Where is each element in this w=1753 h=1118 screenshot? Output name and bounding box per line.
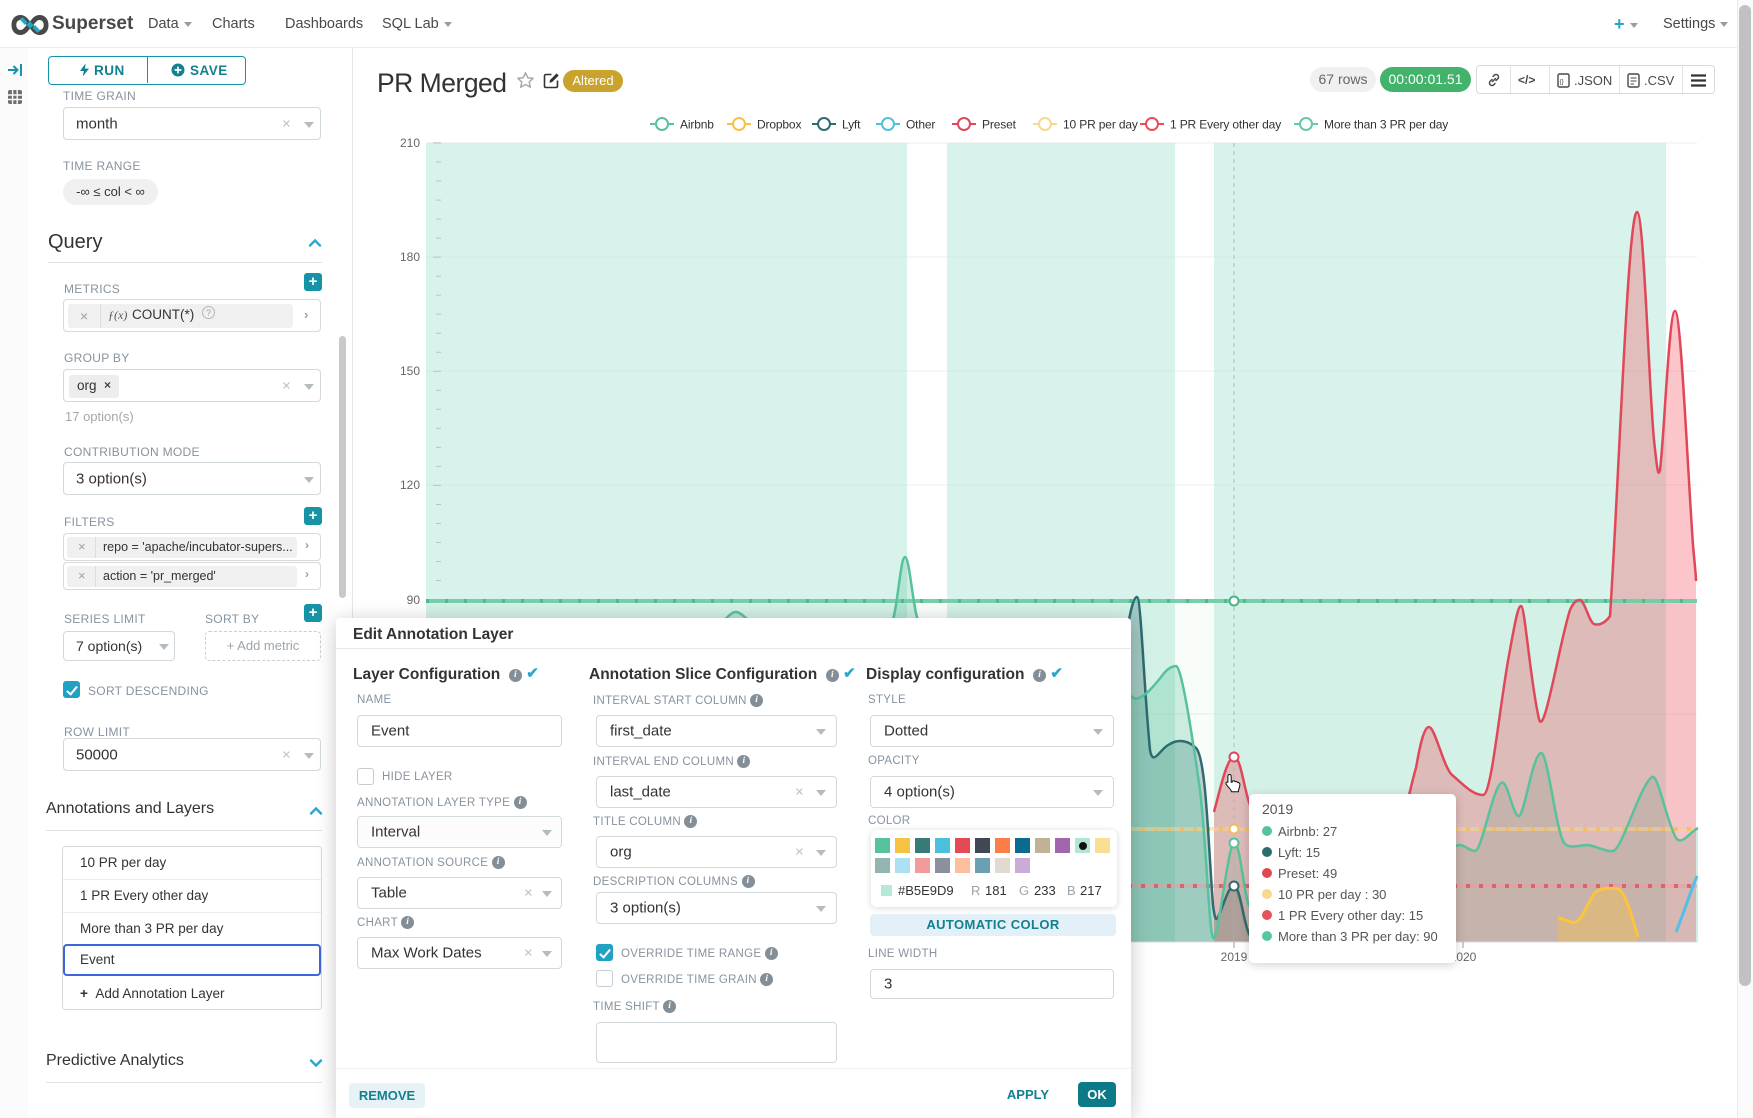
svg-text:More than 3 PR per day: More than 3 PR per day	[1324, 118, 1448, 132]
svg-text:150: 150	[400, 364, 420, 378]
svg-text:120: 120	[400, 478, 420, 492]
svg-text:210: 210	[400, 136, 420, 150]
svg-text:90: 90	[407, 593, 421, 607]
svg-text:Airbnb: Airbnb	[680, 118, 714, 132]
svg-text:2019: 2019	[1221, 950, 1248, 964]
svg-text:180: 180	[400, 250, 420, 264]
svg-text:{}: {}	[1560, 79, 1565, 86]
svg-text:Other: Other	[906, 118, 935, 132]
svg-text:1 PR Every other day: 1 PR Every other day	[1170, 118, 1281, 132]
svg-text:10 PR per day: 10 PR per day	[1063, 118, 1138, 132]
svg-text:Dropbox: Dropbox	[757, 118, 801, 132]
svg-text:Preset: Preset	[982, 118, 1017, 132]
svg-text:Lyft: Lyft	[842, 118, 861, 132]
